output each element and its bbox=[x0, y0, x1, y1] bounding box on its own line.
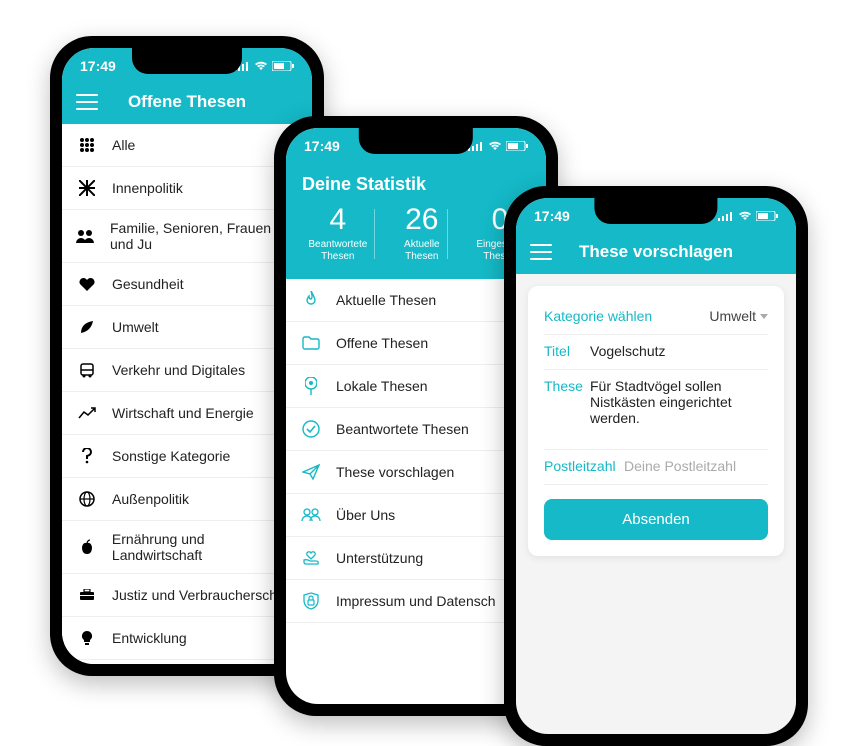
stat-label: Thesen bbox=[405, 251, 438, 262]
stat-label: Aktuelle bbox=[404, 239, 440, 250]
stat-answered: 4 BeantworteteThesen bbox=[300, 205, 375, 263]
nav-label: Aktuelle Thesen bbox=[336, 292, 436, 308]
menu-button[interactable] bbox=[530, 244, 552, 260]
category-label: Kategorie wählen bbox=[544, 308, 709, 324]
title-field[interactable]: Titel Vogelschutz bbox=[544, 335, 768, 370]
category-label: Innenpolitik bbox=[112, 180, 183, 196]
bus-icon bbox=[76, 359, 98, 381]
category-label: Umwelt bbox=[112, 319, 159, 335]
signal-icon bbox=[718, 211, 734, 221]
folder-icon bbox=[300, 332, 322, 354]
category-field[interactable]: Kategorie wählen Umwelt bbox=[544, 300, 768, 335]
dots-grid-icon bbox=[76, 134, 98, 156]
flame-icon bbox=[300, 289, 322, 311]
page-title: These vorschlagen bbox=[552, 242, 760, 262]
paper-plane-icon bbox=[300, 461, 322, 483]
stat-number: 4 bbox=[308, 205, 367, 235]
category-label: Entwicklung bbox=[112, 630, 187, 646]
category-label: Außenpolitik bbox=[112, 491, 189, 507]
page-title: Offene Thesen bbox=[98, 92, 276, 112]
zip-label: Postleitzahl bbox=[544, 458, 624, 474]
pin-icon bbox=[300, 375, 322, 397]
category-label: Alle bbox=[112, 137, 135, 153]
thesis-value: Für Stadtvögel sollen Nistkästen eingeri… bbox=[590, 378, 768, 439]
status-time: 17:49 bbox=[304, 138, 340, 154]
globe-icon bbox=[76, 488, 98, 510]
wifi-icon bbox=[254, 61, 268, 71]
notch-icon bbox=[132, 48, 242, 74]
stat-number: 26 bbox=[404, 205, 440, 235]
chevron-down-icon bbox=[760, 314, 768, 319]
navbar: Offene Thesen bbox=[62, 84, 312, 124]
battery-icon bbox=[272, 61, 294, 71]
title-label: Titel bbox=[544, 343, 590, 359]
category-label: Wirtschaft und Energie bbox=[112, 405, 254, 421]
phone-3: 17:49 These vorschlagen Kategorie wählen… bbox=[504, 186, 808, 746]
nav-label: Beantwortete Thesen bbox=[336, 421, 469, 437]
nav-label: Lokale Thesen bbox=[336, 378, 428, 394]
stat-label: Thesen bbox=[321, 251, 354, 262]
battery-icon bbox=[756, 211, 778, 221]
category-label: Gesundheit bbox=[112, 276, 184, 292]
apple-icon bbox=[76, 536, 98, 558]
trend-icon bbox=[76, 402, 98, 424]
wifi-icon bbox=[738, 211, 752, 221]
status-time: 17:49 bbox=[80, 58, 116, 74]
submit-button[interactable]: Absenden bbox=[544, 499, 768, 540]
stat-current: 26 AktuelleThesen bbox=[396, 205, 448, 263]
suggestion-form: Kategorie wählen Umwelt Titel Vogelschut… bbox=[528, 286, 784, 556]
nav-label: These vorschlagen bbox=[336, 464, 454, 480]
stat-label: Beantwortete bbox=[308, 239, 367, 250]
menu-button[interactable] bbox=[76, 94, 98, 110]
category-label: Ernährung und Landwirtschaft bbox=[112, 531, 298, 563]
union-jack-icon bbox=[76, 177, 98, 199]
nav-label: Offene Thesen bbox=[336, 335, 428, 351]
notch-icon bbox=[359, 128, 473, 154]
zip-input[interactable]: Deine Postleitzahl bbox=[624, 458, 768, 474]
shield-lock-icon bbox=[300, 590, 322, 612]
people-icon bbox=[300, 504, 322, 526]
category-label: Justiz und Verbraucherschutz bbox=[112, 587, 296, 603]
zip-field[interactable]: Postleitzahl Deine Postleitzahl bbox=[544, 450, 768, 485]
category-label: Verkehr und Digitales bbox=[112, 362, 245, 378]
nav-label: Über Uns bbox=[336, 507, 395, 523]
title-value: Vogelschutz bbox=[590, 343, 768, 359]
navbar: These vorschlagen bbox=[516, 234, 796, 274]
thesis-field[interactable]: These Für Stadtvögel sollen Nistkästen e… bbox=[544, 370, 768, 450]
category-label: Sonstige Kategorie bbox=[112, 448, 230, 464]
leaf-icon bbox=[76, 316, 98, 338]
category-value-text: Umwelt bbox=[709, 308, 756, 324]
category-label: Familie, Senioren, Frauen und Ju bbox=[110, 220, 298, 252]
category-value: Umwelt bbox=[709, 308, 768, 324]
status-time: 17:49 bbox=[534, 208, 570, 224]
wifi-icon bbox=[488, 141, 502, 151]
check-circle-icon bbox=[300, 418, 322, 440]
page-title: Deine Statistik bbox=[286, 164, 546, 199]
notch-icon bbox=[594, 198, 717, 224]
thesis-label: These bbox=[544, 378, 590, 439]
question-icon bbox=[76, 445, 98, 467]
battery-icon bbox=[506, 141, 528, 151]
nav-label: Unterstützung bbox=[336, 550, 423, 566]
family-icon bbox=[76, 225, 96, 247]
nav-label: Impressum und Datensch bbox=[336, 593, 496, 609]
heart-icon bbox=[76, 273, 98, 295]
bulb-icon bbox=[76, 627, 98, 649]
briefcase-icon bbox=[76, 584, 98, 606]
support-hands-icon bbox=[300, 547, 322, 569]
